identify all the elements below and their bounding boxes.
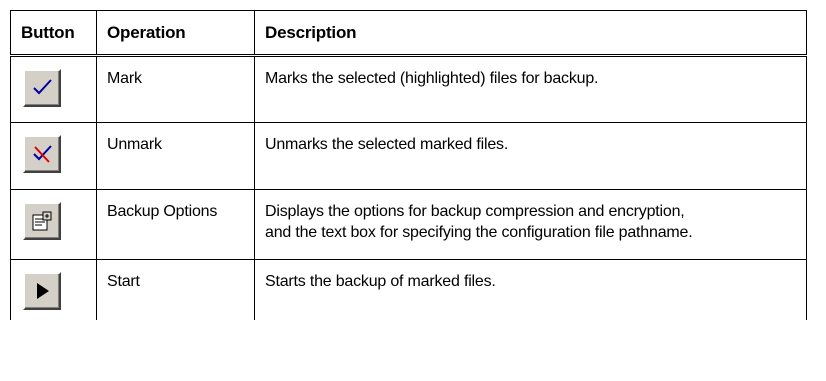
description-line: Unmarks the selected marked files. (265, 136, 509, 153)
button-cell (10, 55, 97, 123)
table-row: Start Starts the backup of marked files. (10, 259, 807, 320)
button-cell (10, 259, 97, 320)
header-description: Description (254, 10, 807, 57)
table-header-row: Button Operation Description (10, 10, 807, 57)
play-icon (37, 283, 49, 299)
backup-options-button[interactable] (23, 202, 61, 240)
description-line: Displays the options for backup compress… (265, 203, 685, 220)
table-row: Mark Marks the selected (highlighted) fi… (10, 55, 807, 123)
operation-name: Start (96, 259, 255, 320)
crossed-checkmark-icon (33, 145, 52, 163)
button-operations-table: Button Operation Description Mark Marks … (10, 10, 807, 320)
header-button: Button (10, 10, 97, 57)
properties-icon (32, 211, 52, 231)
operation-description: Marks the selected (highlighted) files f… (254, 55, 807, 123)
operation-description: Unmarks the selected marked files. (254, 122, 807, 190)
description-line: and the text box for specifying the conf… (265, 224, 693, 241)
checkmark-icon (33, 79, 52, 95)
description-line: Marks the selected (highlighted) files f… (265, 70, 599, 87)
table-row: Unmark Unmarks the selected marked files… (10, 122, 807, 190)
operation-name: Mark (96, 55, 255, 123)
button-cell (10, 189, 97, 260)
operation-description: Displays the options for backup compress… (254, 189, 807, 260)
button-cell (10, 122, 97, 190)
operation-name: Unmark (96, 122, 255, 190)
unmark-button[interactable] (23, 135, 61, 173)
start-button[interactable] (23, 272, 61, 310)
table-row: Backup Options Displays the options for … (10, 189, 807, 260)
operation-name: Backup Options (96, 189, 255, 260)
description-line: Starts the backup of marked files. (265, 273, 496, 290)
mark-button[interactable] (23, 69, 61, 107)
operation-description: Starts the backup of marked files. (254, 259, 807, 320)
header-operation: Operation (96, 10, 255, 57)
